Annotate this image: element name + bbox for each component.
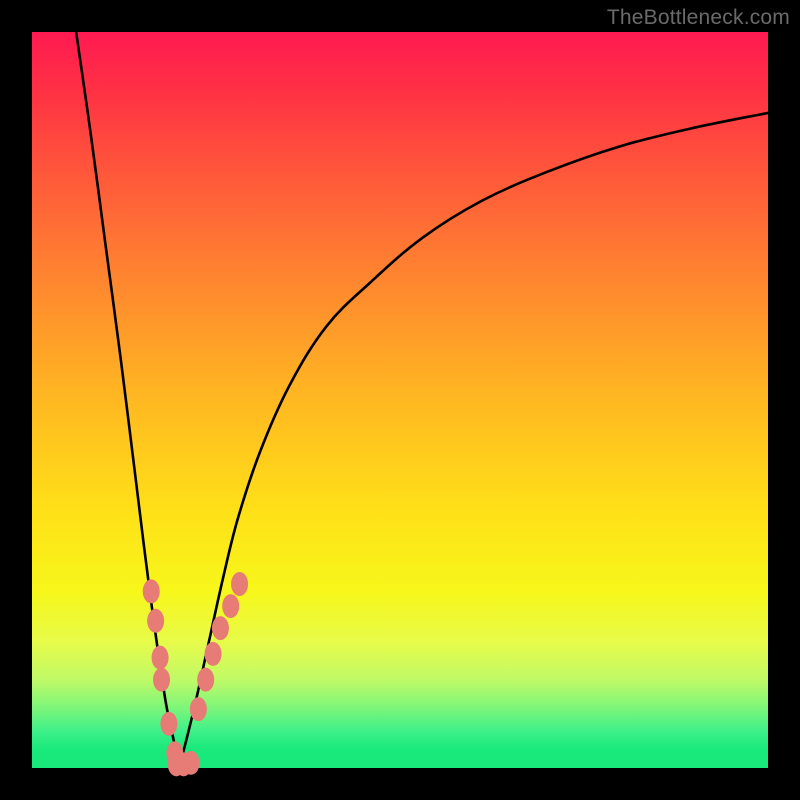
chart-marker <box>182 751 199 775</box>
chart-svg <box>32 32 768 768</box>
chart-marker <box>212 616 229 640</box>
chart-marker <box>205 642 222 666</box>
chart-marker <box>160 712 177 736</box>
chart-marker <box>231 572 248 596</box>
chart-marker <box>222 594 239 618</box>
chart-marker <box>143 579 160 603</box>
chart-marker <box>153 668 170 692</box>
watermark-text: TheBottleneck.com <box>607 6 790 30</box>
chart-marker <box>147 609 164 633</box>
chart-plot-area <box>32 32 768 768</box>
chart-curves <box>76 32 768 768</box>
chart-marker <box>152 646 169 670</box>
chart-curve-curve-right <box>179 113 768 768</box>
chart-marker <box>197 668 214 692</box>
chart-marker <box>190 697 207 721</box>
chart-markers <box>143 572 248 776</box>
chart-frame: TheBottleneck.com <box>0 0 800 800</box>
